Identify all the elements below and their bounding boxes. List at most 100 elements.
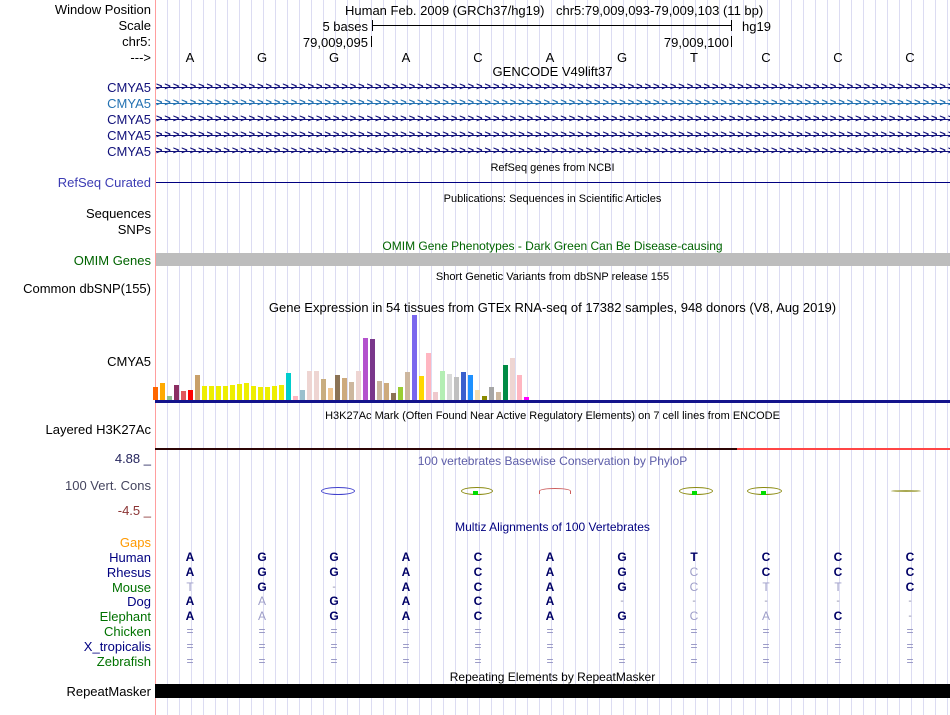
gtex-tissue-bar[interactable] <box>412 315 417 400</box>
phylop-label[interactable]: 100 Vert. Cons <box>65 479 151 492</box>
gtex-tissue-bar[interactable] <box>188 390 193 400</box>
refseq-curated-label[interactable]: RefSeq Curated <box>58 176 151 189</box>
gtex-tissue-bar[interactable] <box>160 383 165 400</box>
multiz-species-label[interactable]: Chicken <box>104 625 151 638</box>
gtex-tissue-bar[interactable] <box>195 375 200 400</box>
gtex-tissue-bar[interactable] <box>419 376 424 400</box>
multiz-species-label[interactable]: Dog <box>127 595 151 608</box>
gtex-tissue-bar[interactable] <box>181 391 186 400</box>
gtex-tissue-bar[interactable] <box>433 392 438 400</box>
gtex-tissue-bar[interactable] <box>370 339 375 400</box>
multiz-aligned-base: G <box>617 565 627 579</box>
multiz-aligned-base: A <box>545 565 555 579</box>
gtex-gene-label[interactable]: CMYA5 <box>107 355 151 368</box>
gtex-tissue-bar[interactable] <box>286 373 291 400</box>
gtex-tissue-bar[interactable] <box>440 371 445 400</box>
reference-base: G <box>256 50 268 65</box>
multiz-aligned-base: = <box>834 639 842 653</box>
multiz-species-label[interactable]: Zebrafish <box>97 655 151 668</box>
strand-arrow-label: ---> <box>130 50 151 65</box>
gtex-tissue-bar[interactable] <box>377 381 382 400</box>
gtex-tissue-bar[interactable] <box>447 374 452 400</box>
gtex-tissue-bar[interactable] <box>244 383 249 400</box>
gtex-tissue-bar[interactable] <box>503 365 508 400</box>
gtex-tissue-bar[interactable] <box>153 387 158 400</box>
gtex-tissue-bar[interactable] <box>335 375 340 400</box>
gtex-tissue-bar[interactable] <box>314 371 319 400</box>
multiz-aligned-base: C <box>473 565 483 579</box>
multiz-aligned-base: A <box>545 594 555 608</box>
multiz-species-label[interactable]: X_tropicalis <box>84 640 151 653</box>
gtex-tissue-bar[interactable] <box>328 388 333 400</box>
gtex-tissue-bar[interactable] <box>384 383 389 400</box>
snps-label[interactable]: SNPs <box>118 223 151 236</box>
gtex-tissue-bar[interactable] <box>510 358 515 400</box>
gencode-track-title: GENCODE V49lift37 <box>492 64 613 79</box>
gtex-tissue-bar[interactable] <box>300 390 305 400</box>
gencode-gene-label[interactable]: CMYA5 <box>107 81 151 94</box>
omim-genes-label[interactable]: OMIM Genes <box>74 254 151 267</box>
gtex-tissue-bar[interactable] <box>461 372 466 400</box>
repeatmasker-element-bar[interactable] <box>155 684 950 698</box>
omim-gene-bar[interactable] <box>156 253 950 266</box>
multiz-aligned-base: C <box>473 594 483 608</box>
gtex-tissue-bar[interactable] <box>279 385 284 400</box>
gencode-transcript[interactable]: >>>>>>>>>>>>>>>>>>>>>>>>>>>>>>>>>>>>>>>>… <box>156 145 950 158</box>
multiz-aligned-base: C <box>833 550 843 564</box>
repeatmasker-label[interactable]: RepeatMasker <box>66 685 151 698</box>
multiz-species-label[interactable]: Rhesus <box>107 566 151 579</box>
gtex-tissue-bar[interactable] <box>216 386 221 400</box>
gtex-tissue-bar[interactable] <box>405 372 410 400</box>
gtex-tissue-bar[interactable] <box>209 386 214 400</box>
gencode-transcript[interactable]: >>>>>>>>>>>>>>>>>>>>>>>>>>>>>>>>>>>>>>>>… <box>156 113 950 126</box>
gtex-tissue-bar[interactable] <box>342 378 347 400</box>
gtex-tissue-bar[interactable] <box>307 371 312 400</box>
multiz-aligned-base: A <box>185 565 195 579</box>
multiz-aligned-base: A <box>185 550 195 564</box>
gtex-tissue-bar[interactable] <box>475 390 480 400</box>
gtex-tissue-bar[interactable] <box>517 375 522 400</box>
multiz-aligned-base: G <box>257 550 267 564</box>
gencode-gene-label[interactable]: CMYA5 <box>107 97 151 110</box>
gencode-gene-label[interactable]: CMYA5 <box>107 113 151 126</box>
multiz-species-label[interactable]: Human <box>109 551 151 564</box>
dbsnp-label[interactable]: Common dbSNP(155) <box>23 282 151 295</box>
gtex-tissue-bar[interactable] <box>363 338 368 400</box>
gtex-tissue-bar[interactable] <box>356 371 361 400</box>
sequences-label[interactable]: Sequences <box>86 207 151 220</box>
multiz-aligned-base: C <box>689 609 699 623</box>
gtex-tissue-bar[interactable] <box>391 393 396 400</box>
gtex-tissue-bar[interactable] <box>230 385 235 400</box>
gtex-tissue-bar[interactable] <box>489 387 494 400</box>
gtex-tissue-bar[interactable] <box>426 353 431 400</box>
gtex-tissue-bar[interactable] <box>265 387 270 400</box>
multiz-species-label[interactable]: Mouse <box>112 581 151 594</box>
multiz-species-label[interactable]: Gaps <box>120 536 151 549</box>
gtex-tissue-bar[interactable] <box>258 387 263 400</box>
gtex-tissue-bar[interactable] <box>349 382 354 400</box>
gencode-transcript[interactable]: >>>>>>>>>>>>>>>>>>>>>>>>>>>>>>>>>>>>>>>>… <box>156 81 950 94</box>
multiz-aligned-base: = <box>762 654 770 668</box>
gtex-tissue-bar[interactable] <box>251 386 256 400</box>
gtex-tissue-bar[interactable] <box>398 387 403 400</box>
gencode-gene-label[interactable]: CMYA5 <box>107 145 151 158</box>
multiz-aligned-base: - <box>332 582 336 593</box>
gtex-tissue-bar[interactable] <box>223 386 228 400</box>
gtex-tissue-bar[interactable] <box>202 386 207 400</box>
gtex-tissue-bar[interactable] <box>237 384 242 400</box>
gencode-transcript[interactable]: >>>>>>>>>>>>>>>>>>>>>>>>>>>>>>>>>>>>>>>>… <box>156 97 950 110</box>
reference-base: G <box>616 50 628 65</box>
gtex-tissue-bar[interactable] <box>468 375 473 400</box>
gtex-tissue-bar[interactable] <box>174 385 179 400</box>
multiz-aligned-base: C <box>473 580 483 594</box>
gtex-tissue-bar[interactable] <box>321 379 326 400</box>
gtex-tissue-bar[interactable] <box>496 392 501 400</box>
refseq-gene-line[interactable] <box>156 182 950 183</box>
h3k27ac-label[interactable]: Layered H3K27Ac <box>45 423 151 436</box>
gtex-tissue-bar[interactable] <box>454 377 459 400</box>
multiz-aligned-base: = <box>906 639 914 653</box>
multiz-species-label[interactable]: Elephant <box>100 610 151 623</box>
gencode-transcript[interactable]: >>>>>>>>>>>>>>>>>>>>>>>>>>>>>>>>>>>>>>>>… <box>156 129 950 142</box>
gencode-gene-label[interactable]: CMYA5 <box>107 129 151 142</box>
gtex-tissue-bar[interactable] <box>272 386 277 400</box>
